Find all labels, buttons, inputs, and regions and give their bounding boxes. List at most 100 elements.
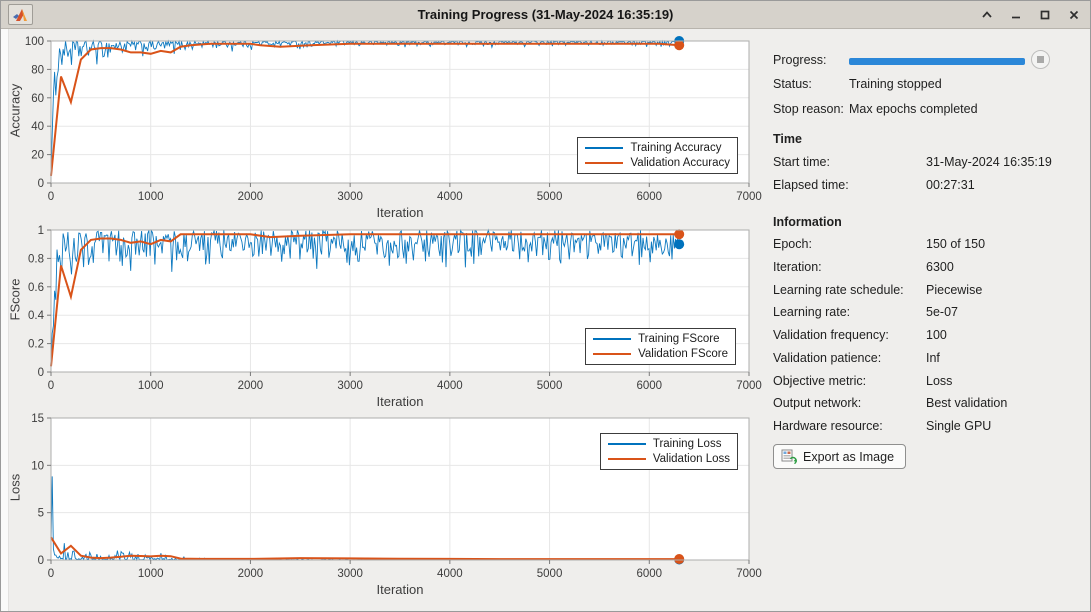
- svg-text:0: 0: [48, 191, 54, 203]
- svg-text:5000: 5000: [537, 568, 563, 580]
- loss-axis-label: Loss: [7, 473, 23, 502]
- window-controls: [977, 1, 1084, 29]
- svg-text:4000: 4000: [437, 568, 463, 580]
- fscore-legend: Training FScore Validation FScore: [585, 328, 736, 365]
- detail-row-value: Piecewise: [926, 282, 983, 297]
- svg-text:20: 20: [31, 150, 44, 162]
- detail-row-label: Output network:: [773, 396, 862, 411]
- detail-row-label: Learning rate schedule:: [773, 282, 904, 297]
- stop-training-button[interactable]: [1031, 50, 1050, 69]
- training-line-swatch: [593, 337, 632, 340]
- detail-row-value: 5e-07: [926, 305, 958, 320]
- svg-text:0: 0: [38, 178, 44, 190]
- legend-label: Training FScore: [638, 332, 720, 345]
- export-button-label: Export as Image: [803, 449, 895, 464]
- accuracy-xaxis-label: Iteration: [376, 205, 424, 220]
- detail-row-value: 150 of 150: [926, 237, 986, 251]
- progress-label: Progress:: [773, 53, 827, 67]
- time-section-header: Time: [773, 132, 802, 146]
- legend-row: Training FScore: [593, 331, 728, 346]
- detail-row-label: Objective metric:: [773, 373, 867, 388]
- status-label: Status:: [773, 77, 812, 91]
- svg-text:0.4: 0.4: [28, 310, 45, 322]
- svg-text:5000: 5000: [537, 191, 563, 203]
- legend-label: Validation Loss: [652, 452, 730, 465]
- detail-row-label: Validation frequency:: [773, 328, 889, 342]
- fscore-xaxis-label: Iteration: [376, 394, 424, 409]
- accuracy-axis-label: Accuracy: [7, 83, 23, 138]
- detail-row-value: Single GPU: [926, 419, 992, 433]
- validation-line-swatch: [585, 161, 624, 164]
- svg-text:15: 15: [31, 413, 44, 425]
- svg-text:7000: 7000: [736, 380, 762, 392]
- stop-icon: [1037, 56, 1044, 63]
- svg-text:1000: 1000: [138, 191, 164, 203]
- svg-text:4000: 4000: [437, 191, 463, 203]
- collapse-chevron-icon[interactable]: [977, 5, 997, 25]
- svg-text:100: 100: [25, 36, 44, 48]
- svg-text:10: 10: [31, 460, 44, 472]
- legend-row: Validation Loss: [607, 451, 730, 466]
- detail-row-value: 6300: [926, 259, 954, 274]
- legend-row: Training Loss: [607, 436, 730, 451]
- svg-text:0.8: 0.8: [28, 253, 44, 265]
- svg-text:7000: 7000: [736, 568, 762, 580]
- svg-text:0: 0: [38, 367, 44, 379]
- loss-xaxis-label: Iteration: [376, 582, 424, 597]
- detail-row-value: 31-May-2024 16:35:19: [926, 155, 1052, 169]
- legend-row: Validation Accuracy: [585, 155, 730, 170]
- svg-text:6000: 6000: [636, 380, 662, 392]
- detail-row-value: Best validation: [926, 396, 1008, 411]
- svg-text:3000: 3000: [337, 380, 363, 392]
- legend-label: Training Loss: [652, 437, 722, 450]
- detail-row-label: Start time:: [773, 155, 830, 169]
- status-value: Training stopped: [849, 77, 942, 91]
- validation-line-swatch: [607, 457, 646, 460]
- content-area: 0 1000 2000 3000 4000 5000 6000 7000 0 20 40 60 80 10…: [1, 29, 1090, 611]
- svg-text:5000: 5000: [537, 380, 563, 392]
- training-line-swatch: [585, 146, 624, 149]
- svg-text:6000: 6000: [636, 568, 662, 580]
- svg-text:4000: 4000: [437, 380, 463, 392]
- detail-row-label: Iteration:: [773, 259, 822, 274]
- svg-text:80: 80: [31, 64, 44, 76]
- legend-label: Validation Accuracy: [630, 156, 730, 169]
- training-line-swatch: [607, 442, 646, 445]
- svg-text:0.2: 0.2: [28, 339, 44, 351]
- svg-text:3000: 3000: [337, 568, 363, 580]
- svg-text:0.6: 0.6: [28, 282, 44, 294]
- detail-row-value: Inf: [926, 350, 940, 365]
- progress-bar: [849, 58, 1025, 65]
- detail-row-label: Learning rate:: [773, 305, 851, 320]
- legend-label: Training Accuracy: [630, 141, 722, 154]
- accuracy-chart: 0 1000 2000 3000 4000 5000 6000 7000 0 20 40 60 80 10…: [25, 36, 762, 203]
- training-progress-window: Training Progress (31-May-2024 16:35:19)…: [0, 0, 1091, 612]
- svg-text:2000: 2000: [238, 380, 264, 392]
- svg-text:0: 0: [48, 568, 54, 580]
- minimize-icon[interactable]: [1006, 5, 1026, 25]
- stop-reason-value: Max epochs completed: [849, 102, 978, 116]
- detail-row-label: Hardware resource:: [773, 419, 883, 433]
- svg-text:60: 60: [31, 93, 44, 105]
- detail-row-value: Loss: [926, 373, 953, 388]
- information-section-header: Information: [773, 215, 842, 229]
- stop-reason-label: Stop reason:: [773, 102, 844, 116]
- svg-text:2000: 2000: [238, 568, 264, 580]
- detail-row-label: Validation patience:: [773, 350, 882, 365]
- validation-line-swatch: [593, 352, 632, 355]
- svg-text:1000: 1000: [138, 380, 164, 392]
- close-icon[interactable]: [1064, 5, 1084, 25]
- title-bar: Training Progress (31-May-2024 16:35:19): [1, 1, 1090, 29]
- svg-text:2000: 2000: [238, 191, 264, 203]
- export-as-image-button[interactable]: Export as Image: [773, 444, 907, 469]
- maximize-icon[interactable]: [1035, 5, 1055, 25]
- svg-text:1: 1: [38, 225, 44, 237]
- svg-text:0: 0: [48, 380, 54, 392]
- detail-row-value: 00:27:31: [926, 178, 975, 192]
- svg-text:1000: 1000: [138, 568, 164, 580]
- svg-text:0: 0: [38, 555, 44, 567]
- detail-row-label: Epoch:: [773, 237, 812, 251]
- accuracy-legend: Training Accuracy Validation Accuracy: [577, 137, 738, 174]
- training-info-panel: Progress: Status: Training stopped Stop …: [761, 29, 1090, 611]
- fscore-chart: 0 1000 2000 3000 4000 5000 6000 7000 0 0.2 0.4 0.6 0…: [28, 225, 762, 392]
